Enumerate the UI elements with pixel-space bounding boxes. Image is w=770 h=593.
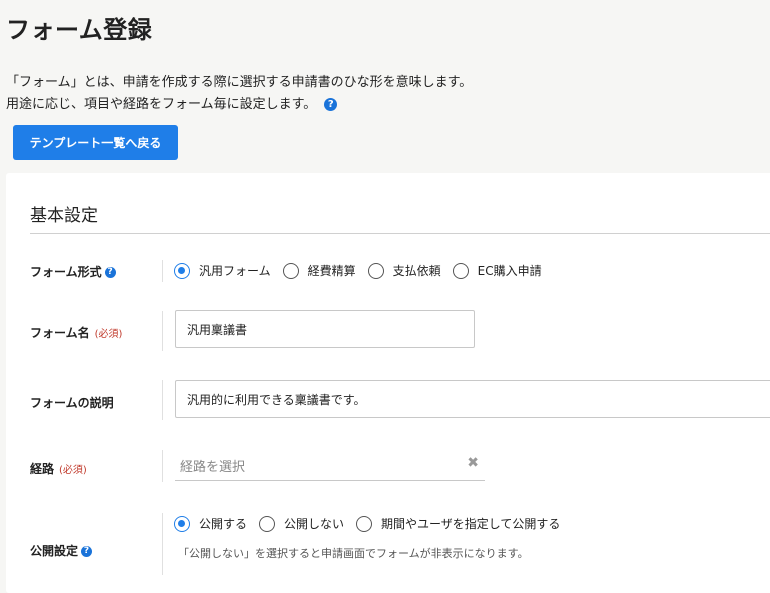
required-marker: (必須): [59, 465, 87, 476]
form-type-label-text: フォーム形式: [30, 265, 102, 279]
radio-label: 汎用フォーム: [199, 264, 271, 278]
route-label-text: 経路: [30, 462, 55, 476]
page-description-line2-text: 用途に応じ、項目や経路をフォーム毎に設定します。: [6, 97, 317, 112]
radio-label: 支払依頼: [392, 264, 441, 278]
visibility-option-private[interactable]: 公開しない: [259, 515, 344, 532]
section-divider: [30, 233, 770, 234]
row-divider: [162, 380, 163, 420]
radio-label: 経費精算: [307, 264, 356, 278]
route-label: 経路 (必須): [30, 460, 87, 477]
visibility-option-public[interactable]: 公開する: [174, 515, 247, 532]
row-divider: [162, 260, 163, 282]
required-marker: (必須): [94, 329, 123, 340]
visibility-label: 公開設定?: [30, 542, 93, 559]
visibility-note: 「公開しない」を選択すると申請画面でフォームが非表示になります。: [178, 547, 529, 560]
form-type-radio-group: 汎用フォーム 経費精算 支払依頼 EC購入申請: [174, 262, 554, 279]
form-type-label: フォーム形式?: [30, 263, 116, 280]
radio-button[interactable]: [356, 515, 373, 532]
form-description-label: フォームの説明: [30, 396, 114, 410]
radio-label: 公開しない: [284, 517, 345, 531]
row-divider: [162, 513, 163, 575]
radio-button[interactable]: [367, 262, 384, 279]
question-circle-icon[interactable]: ?: [81, 546, 93, 557]
section-title: 基本設定: [30, 206, 98, 226]
radio-label: 公開する: [199, 517, 248, 531]
question-circle-icon[interactable]: ?: [324, 98, 338, 111]
radio-button[interactable]: [259, 515, 276, 532]
page-description-line2: 用途に応じ、項目や経路をフォーム毎に設定します。?: [6, 93, 338, 112]
visibility-radio-group: 公開する 公開しない 期間やユーザを指定して公開する: [174, 515, 572, 532]
form-type-option-general[interactable]: 汎用フォーム: [174, 262, 271, 279]
basic-settings-card: 基本設定 フォーム形式? 汎用フォーム 経費精算 支払依頼 EC購入申請 フォー…: [6, 173, 770, 593]
page-title: フォーム登録: [6, 16, 153, 44]
form-type-option-ec-purchase[interactable]: EC購入申請: [452, 262, 542, 279]
route-placeholder: 経路を選択: [180, 460, 246, 475]
radio-button[interactable]: [452, 262, 469, 279]
visibility-label-text: 公開設定: [30, 544, 79, 558]
form-name-label: フォーム名 (必須): [30, 324, 122, 341]
radio-button[interactable]: [282, 262, 299, 279]
radio-button-checked[interactable]: [174, 515, 190, 532]
radio-label: EC購入申請: [477, 264, 542, 278]
visibility-option-scheduled[interactable]: 期間やユーザを指定して公開する: [356, 515, 560, 532]
route-select[interactable]: 経路を選択 ✖: [175, 449, 485, 481]
form-name-input[interactable]: [175, 310, 475, 348]
radio-button-checked[interactable]: [174, 262, 190, 279]
form-description-input[interactable]: [175, 380, 770, 418]
row-divider: [162, 450, 163, 482]
form-name-label-text: フォーム名: [30, 326, 90, 340]
radio-label: 期間やユーザを指定して公開する: [381, 517, 561, 531]
row-divider: [162, 311, 163, 351]
form-type-option-expense[interactable]: 経費精算: [282, 262, 356, 279]
question-circle-icon[interactable]: ?: [104, 267, 116, 278]
clear-x-icon[interactable]: ✖: [467, 455, 479, 471]
page-description-line1: 「フォーム」とは、申請を作成する際に選択する申請書のひな形を意味します。: [6, 75, 473, 90]
form-type-option-payment[interactable]: 支払依頼: [367, 262, 441, 279]
back-to-template-list-button[interactable]: テンプレート一覧へ戻る: [13, 125, 178, 160]
